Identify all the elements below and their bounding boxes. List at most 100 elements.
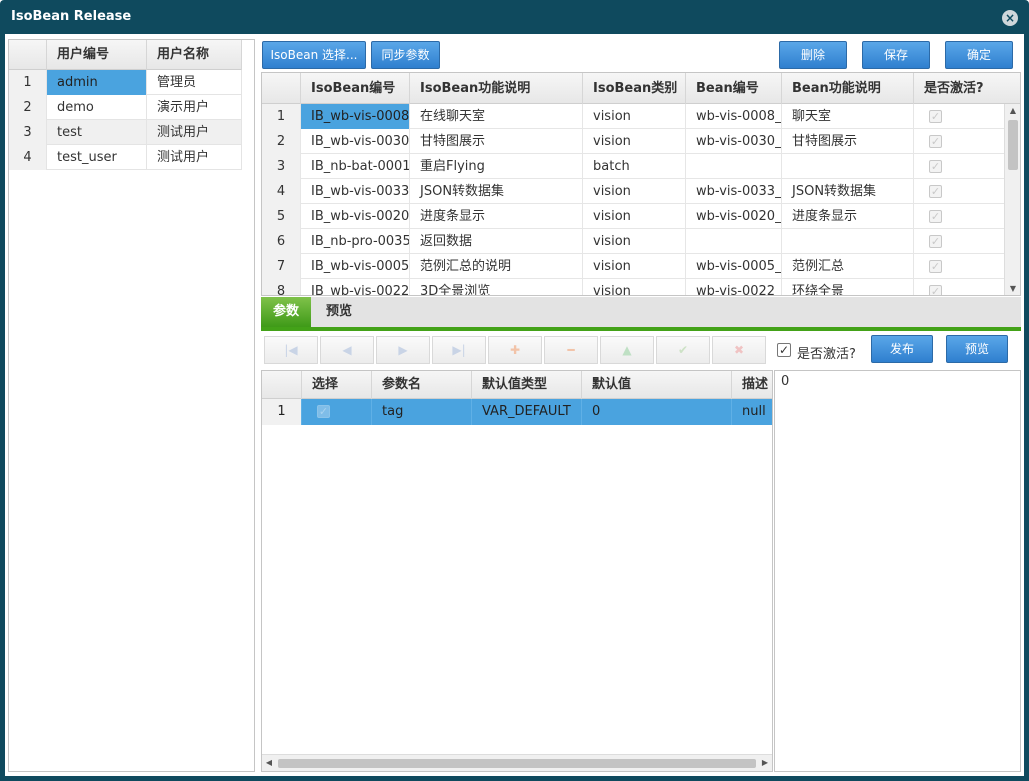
isobean-code-cell[interactable]: IB_wb-vis-0005_ bbox=[301, 254, 410, 279]
bean-code-cell[interactable]: wb-vis-0022_3 bbox=[686, 279, 782, 295]
column-header-user-id[interactable]: 用户编号 bbox=[47, 40, 147, 70]
add-record-icon[interactable]: ✚ bbox=[488, 336, 542, 364]
bean-desc-cell[interactable] bbox=[782, 229, 914, 254]
bean-desc-cell[interactable]: 甘特图展示 bbox=[782, 129, 914, 154]
isobean-type-cell[interactable]: vision bbox=[583, 179, 686, 204]
table-row[interactable]: 3 test 测试用户 bbox=[9, 120, 242, 145]
isobean-type-cell[interactable]: vision bbox=[583, 229, 686, 254]
bean-desc-cell[interactable]: 进度条显示 bbox=[782, 204, 914, 229]
column-header-select[interactable]: 选择 bbox=[302, 371, 372, 399]
tab-params[interactable]: 参数 bbox=[261, 297, 312, 327]
bean-desc-cell[interactable]: 环绕全景 bbox=[782, 279, 914, 295]
table-row[interactable]: 2 demo 演示用户 bbox=[9, 95, 242, 120]
bean-code-cell[interactable] bbox=[686, 154, 782, 179]
column-header-isobean-code[interactable]: IsoBean编号 bbox=[301, 73, 410, 104]
table-row[interactable]: 8 IB_wb-vis-0022 3D全景浏览 vision wb-vis-00… bbox=[262, 279, 1005, 295]
table-row[interactable]: 4 test_user 测试用户 bbox=[9, 145, 242, 170]
isobean-code-cell[interactable]: IB_wb-vis-0022 bbox=[301, 279, 410, 295]
active-checkbox[interactable]: ✓ bbox=[929, 235, 942, 248]
table-row[interactable]: 6 IB_nb-pro-0035_ 返回数据 vision ✓ bbox=[262, 229, 1005, 254]
isobean-desc-cell[interactable]: 在线聊天室 bbox=[410, 104, 583, 129]
column-header-active[interactable]: 是否激活? bbox=[914, 73, 1020, 104]
remove-record-icon[interactable]: ━ bbox=[544, 336, 598, 364]
scroll-right-icon[interactable]: ▶ bbox=[758, 755, 772, 771]
select-checkbox[interactable]: ✓ bbox=[317, 405, 330, 418]
move-up-icon[interactable]: ▲ bbox=[600, 336, 654, 364]
next-record-icon[interactable]: ▶ bbox=[376, 336, 430, 364]
bean-desc-cell[interactable]: JSON转数据集 bbox=[782, 179, 914, 204]
active-checkbox[interactable]: ✓ bbox=[929, 185, 942, 198]
active-checkbox[interactable]: ✓ bbox=[929, 110, 942, 123]
isobean-type-cell[interactable]: vision bbox=[583, 104, 686, 129]
bean-code-cell[interactable]: wb-vis-0020_w bbox=[686, 204, 782, 229]
vertical-scrollbar[interactable]: ▲ ▼ bbox=[1004, 104, 1020, 295]
active-checkbox[interactable]: ✓ bbox=[777, 343, 791, 357]
user-name-cell[interactable]: 管理员 bbox=[147, 70, 242, 95]
user-id-cell[interactable]: test_user bbox=[47, 145, 147, 170]
default-type-cell[interactable]: VAR_DEFAULT bbox=[472, 399, 582, 425]
isobean-type-cell[interactable]: batch bbox=[583, 154, 686, 179]
user-id-cell[interactable]: admin bbox=[47, 70, 147, 95]
table-row[interactable]: 1 ✓ tag VAR_DEFAULT 0 null bbox=[262, 399, 772, 425]
horizontal-scrollbar[interactable]: ◀ ▶ bbox=[262, 754, 772, 771]
active-checkbox[interactable]: ✓ bbox=[929, 210, 942, 223]
isobean-desc-cell[interactable]: 重启Flying bbox=[410, 154, 583, 179]
scroll-down-icon[interactable]: ▼ bbox=[1005, 282, 1020, 295]
table-row[interactable]: 4 IB_wb-vis-0033_ JSON转数据集 vision wb-vis… bbox=[262, 179, 1005, 204]
table-row[interactable]: 2 IB_wb-vis-0030_ 甘特图展示 vision wb-vis-00… bbox=[262, 129, 1005, 154]
isobean-desc-cell[interactable]: 返回数据 bbox=[410, 229, 583, 254]
bean-desc-cell[interactable]: 聊天室 bbox=[782, 104, 914, 129]
isobean-code-cell[interactable]: IB_wb-vis-0020_ bbox=[301, 204, 410, 229]
param-name-cell[interactable]: tag bbox=[372, 399, 472, 425]
active-checkbox[interactable]: ✓ bbox=[929, 135, 942, 148]
tab-preview[interactable]: 预览 bbox=[314, 297, 364, 327]
bean-code-cell[interactable]: wb-vis-0008_c bbox=[686, 104, 782, 129]
isobean-select-button[interactable]: IsoBean 选择... bbox=[262, 41, 366, 69]
publish-button[interactable]: 发布 bbox=[871, 335, 933, 363]
bean-code-cell[interactable] bbox=[686, 229, 782, 254]
table-row[interactable]: 1 IB_wb-vis-0008_ 在线聊天室 vision wb-vis-00… bbox=[262, 104, 1005, 129]
active-checkbox[interactable]: ✓ bbox=[929, 160, 942, 173]
scroll-left-icon[interactable]: ◀ bbox=[262, 755, 276, 771]
bean-desc-cell[interactable] bbox=[782, 154, 914, 179]
bean-code-cell[interactable]: wb-vis-0033_js bbox=[686, 179, 782, 204]
isobean-code-cell[interactable]: IB_nb-pro-0035_ bbox=[301, 229, 410, 254]
ok-button[interactable]: 确定 bbox=[945, 41, 1013, 69]
isobean-type-cell[interactable]: vision bbox=[583, 279, 686, 295]
active-checkbox[interactable]: ✓ bbox=[929, 260, 942, 273]
value-editor[interactable]: 0 bbox=[774, 370, 1021, 772]
user-id-cell[interactable]: demo bbox=[47, 95, 147, 120]
user-name-cell[interactable]: 测试用户 bbox=[147, 120, 242, 145]
prev-record-icon[interactable]: ◀ bbox=[320, 336, 374, 364]
active-checkbox[interactable]: ✓ bbox=[929, 285, 942, 295]
column-header-default-type[interactable]: 默认值类型 bbox=[472, 371, 582, 399]
isobean-code-cell[interactable]: IB_wb-vis-0008_ bbox=[301, 104, 410, 129]
save-button[interactable]: 保存 bbox=[862, 41, 930, 69]
user-name-cell[interactable]: 演示用户 bbox=[147, 95, 242, 120]
column-header-param-name[interactable]: 参数名 bbox=[372, 371, 472, 399]
isobean-type-cell[interactable]: vision bbox=[583, 129, 686, 154]
column-header-isobean-desc[interactable]: IsoBean功能说明 bbox=[410, 73, 583, 104]
last-record-icon[interactable]: ▶| bbox=[432, 336, 486, 364]
isobean-code-cell[interactable]: IB_nb-bat-0001_ bbox=[301, 154, 410, 179]
description-cell[interactable]: null bbox=[732, 399, 772, 425]
table-row[interactable]: 7 IB_wb-vis-0005_ 范例汇总的说明 vision wb-vis-… bbox=[262, 254, 1005, 279]
table-row[interactable]: 3 IB_nb-bat-0001_ 重启Flying batch ✓ bbox=[262, 154, 1005, 179]
isobean-desc-cell[interactable]: JSON转数据集 bbox=[410, 179, 583, 204]
isobean-desc-cell[interactable]: 范例汇总的说明 bbox=[410, 254, 583, 279]
user-id-cell[interactable]: test bbox=[47, 120, 147, 145]
column-header-bean-desc[interactable]: Bean功能说明 bbox=[782, 73, 914, 104]
sync-params-button[interactable]: 同步参数 bbox=[371, 41, 440, 69]
column-header-description[interactable]: 描述 bbox=[732, 371, 772, 399]
user-name-cell[interactable]: 测试用户 bbox=[147, 145, 242, 170]
delete-button[interactable]: 删除 bbox=[779, 41, 847, 69]
cancel-icon[interactable]: ✖ bbox=[712, 336, 766, 364]
scroll-thumb[interactable] bbox=[278, 759, 756, 768]
scroll-thumb[interactable] bbox=[1008, 120, 1018, 170]
bean-code-cell[interactable]: wb-vis-0005_d bbox=[686, 254, 782, 279]
isobean-desc-cell[interactable]: 进度条显示 bbox=[410, 204, 583, 229]
isobean-type-cell[interactable]: vision bbox=[583, 254, 686, 279]
isobean-code-cell[interactable]: IB_wb-vis-0033_ bbox=[301, 179, 410, 204]
default-value-cell[interactable]: 0 bbox=[582, 399, 732, 425]
column-header-isobean-type[interactable]: IsoBean类别 bbox=[583, 73, 686, 104]
